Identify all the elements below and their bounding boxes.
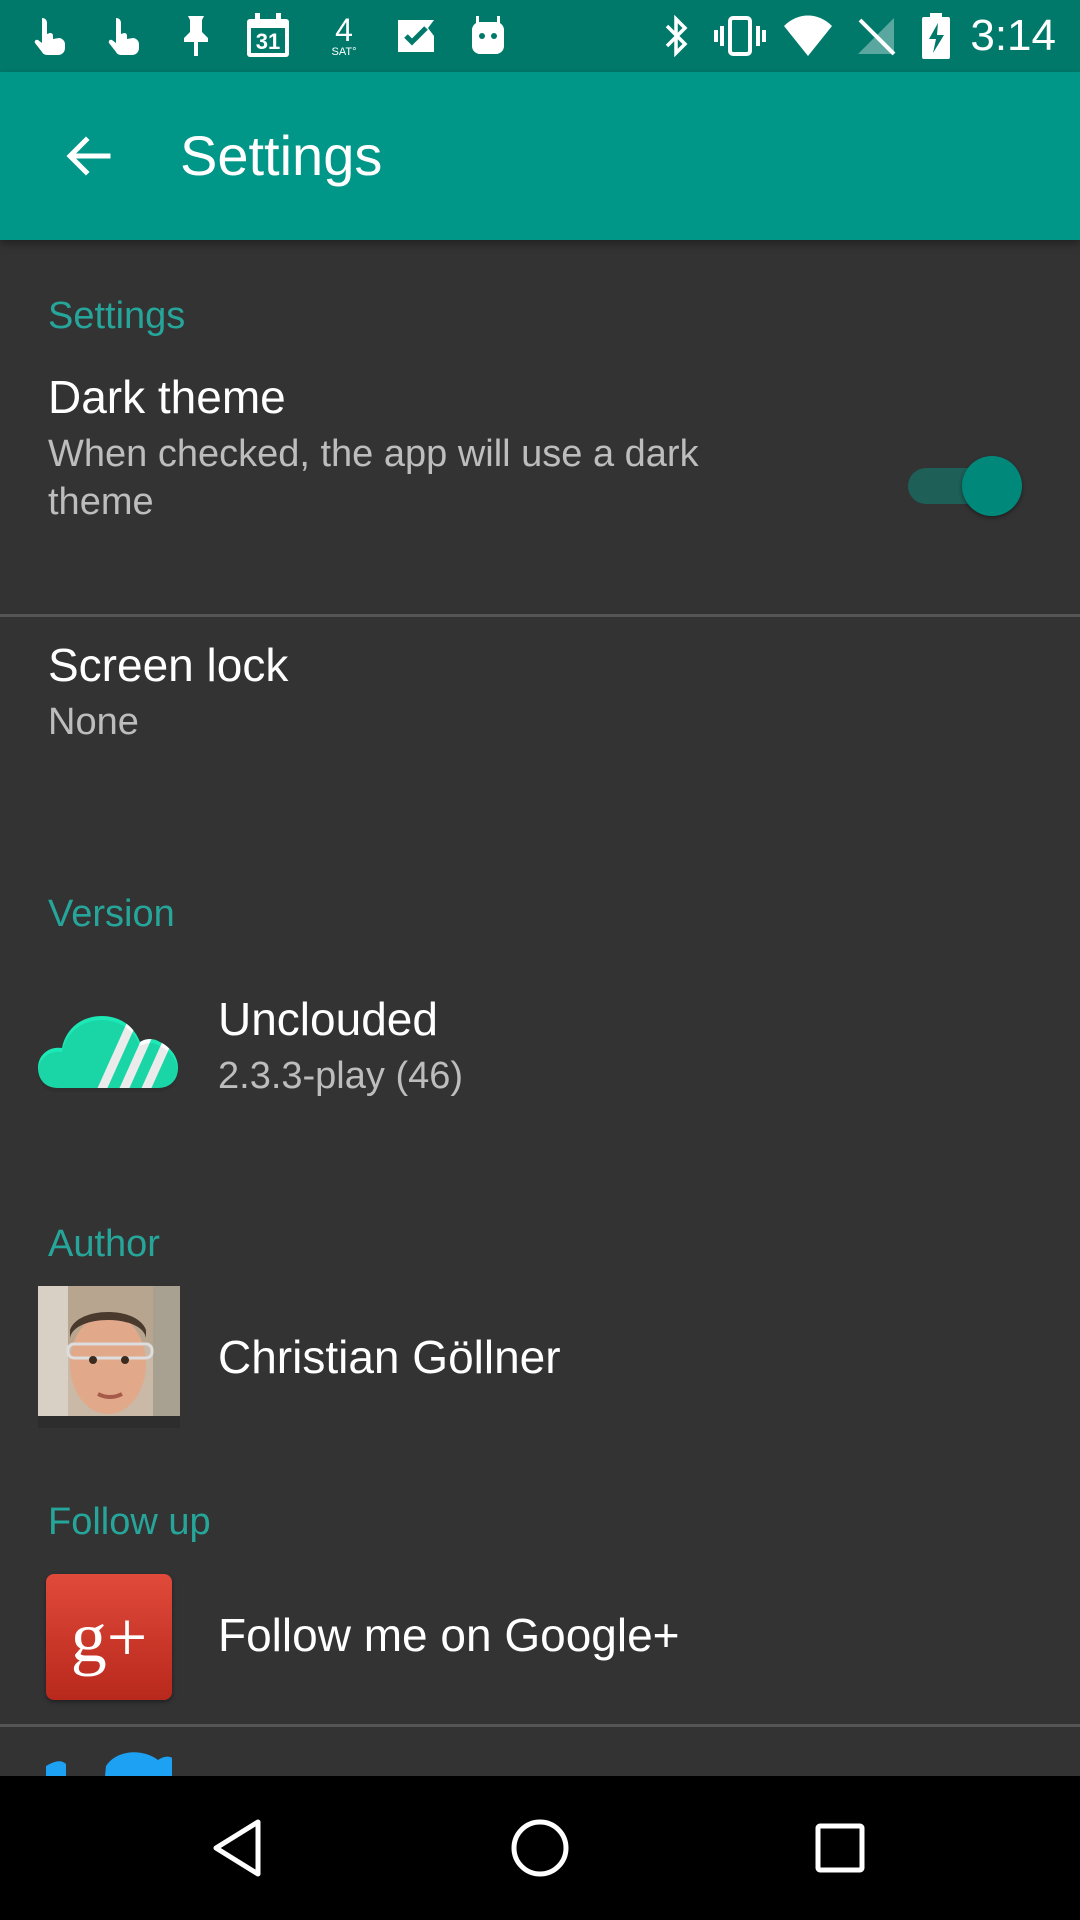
app-name: Unclouded <box>218 993 438 1045</box>
android-icon <box>464 14 512 58</box>
author-name: Christian Göllner <box>218 1331 561 1383</box>
google-plus-icon: g+ <box>46 1574 172 1700</box>
divider <box>0 614 1080 617</box>
nav-back-button[interactable] <box>200 1808 280 1888</box>
back-button[interactable] <box>40 108 136 204</box>
clock: 3:14 <box>970 11 1056 60</box>
app-version: 2.3.3-play (46) <box>218 1055 464 1097</box>
section-header-follow-up: Follow up <box>48 1501 211 1543</box>
google-plus-item[interactable]: g+ Follow me on Google+ <box>0 1574 1080 1724</box>
cloud-logo-icon <box>38 1016 178 1092</box>
nav-home-icon <box>511 1819 569 1877</box>
page-title: Settings <box>180 124 383 187</box>
screen-lock-summary: None <box>48 701 139 743</box>
twitter-icon <box>46 1752 172 1776</box>
navigation-bar <box>0 1776 1080 1920</box>
screen-lock-preference[interactable]: Screen lock None <box>0 618 1080 828</box>
dark-theme-switch[interactable] <box>906 448 1024 518</box>
nav-recents-button[interactable] <box>800 1808 880 1888</box>
weather-icon: 4 SAT° <box>320 14 368 58</box>
screen-lock-title: Screen lock <box>48 639 289 691</box>
app-bar: Settings <box>0 72 1080 240</box>
nav-back-icon <box>213 1819 261 1877</box>
touch-icon <box>28 14 76 58</box>
check-icon <box>392 14 440 58</box>
touch-icon <box>100 14 148 58</box>
weather-day: SAT° <box>331 46 357 58</box>
status-bar: 31 4 SAT° 3:14 <box>0 0 1080 72</box>
battery-charging-icon <box>918 13 954 59</box>
calendar-icon: 31 <box>244 13 292 58</box>
section-header-settings: Settings <box>48 295 186 337</box>
arrow-back-icon <box>66 136 111 176</box>
avatar <box>38 1286 180 1428</box>
vibrate-icon <box>712 14 768 58</box>
no-signal-icon <box>854 14 898 58</box>
calendar-day: 31 <box>256 29 280 54</box>
dark-theme-summary-line1: When checked, the app will use a dark <box>48 433 699 475</box>
weather-temp: 4 <box>335 12 353 48</box>
divider <box>0 1724 1080 1727</box>
author-item[interactable]: Christian Göllner <box>0 1286 1080 1434</box>
nav-home-button[interactable] <box>500 1808 580 1888</box>
version-item[interactable]: Unclouded 2.3.3-play (46) <box>0 980 1080 1140</box>
switch-thumb <box>962 456 1022 516</box>
follow-google-plus-label: Follow me on Google+ <box>218 1609 680 1661</box>
pin-icon <box>176 14 216 58</box>
wifi-icon <box>782 14 834 58</box>
settings-list[interactable]: Settings Dark theme When checked, the ap… <box>0 240 1080 1776</box>
google-plus-glyph: g+ <box>70 1597 148 1677</box>
twitter-item[interactable] <box>0 1728 1080 1776</box>
section-header-version: Version <box>48 893 175 935</box>
dark-theme-summary-line2: theme <box>48 481 154 523</box>
bluetooth-icon <box>656 14 696 58</box>
dark-theme-title: Dark theme <box>48 371 286 423</box>
section-header-author: Author <box>48 1223 160 1265</box>
nav-recents-icon <box>815 1823 865 1873</box>
